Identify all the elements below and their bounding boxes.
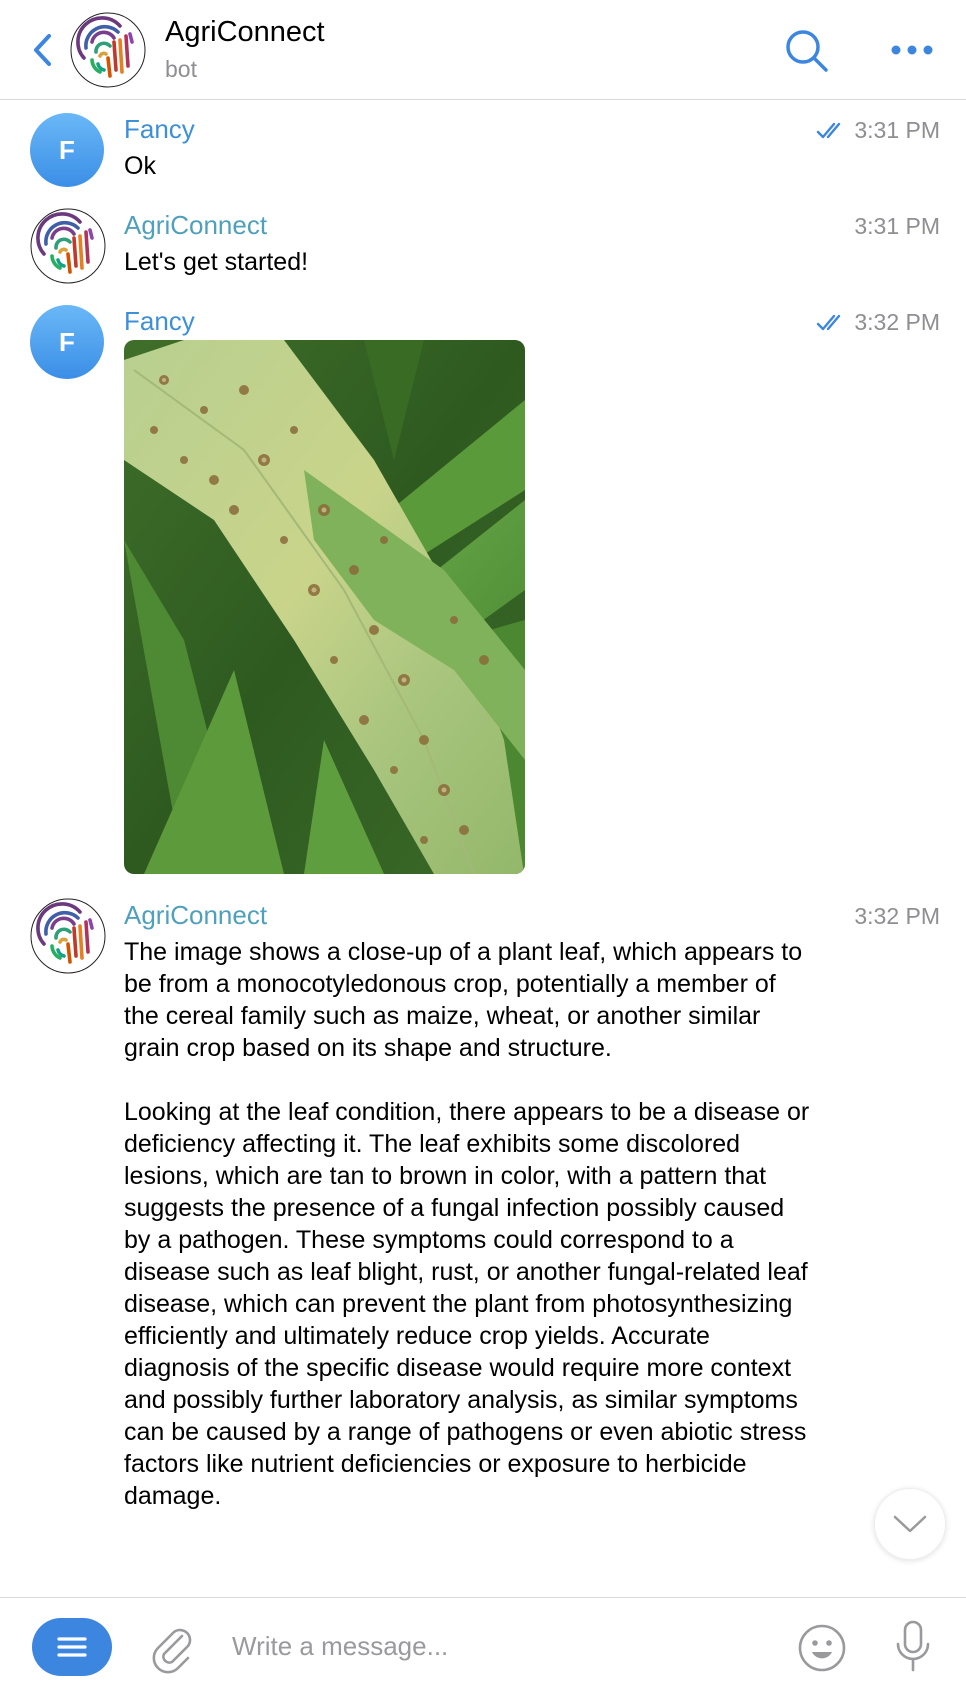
plant-leaf-photo[interactable] bbox=[124, 340, 525, 874]
scroll-down-button[interactable] bbox=[874, 1488, 946, 1560]
emoji-button[interactable] bbox=[796, 1622, 848, 1674]
sender-name[interactable]: Fancy bbox=[124, 306, 195, 337]
bot-avatar[interactable] bbox=[70, 12, 146, 88]
time-label: 3:32 PM bbox=[854, 903, 940, 929]
sender-name[interactable]: Fancy bbox=[124, 114, 195, 145]
composer-bar bbox=[0, 1597, 966, 1686]
message-text: Let's get started! bbox=[124, 248, 309, 276]
sender-name[interactable]: AgriConnect bbox=[124, 900, 267, 931]
back-button[interactable] bbox=[22, 28, 62, 72]
message-text: The image shows a close-up of a plant le… bbox=[124, 938, 810, 1510]
search-icon bbox=[786, 30, 828, 72]
chat-subtitle: bot bbox=[165, 56, 197, 82]
smiley-icon bbox=[798, 1624, 846, 1672]
bot-menu-button[interactable] bbox=[32, 1618, 112, 1676]
search-button[interactable] bbox=[782, 26, 832, 76]
more-options-button[interactable] bbox=[884, 30, 940, 70]
voice-record-button[interactable] bbox=[893, 1618, 933, 1676]
chat-header: AgriConnect bot bbox=[0, 0, 966, 100]
more-dots-icon bbox=[891, 45, 933, 55]
back-chevron-icon bbox=[34, 34, 51, 66]
double-check-icon bbox=[817, 122, 841, 138]
message-time: 3:31 PM bbox=[854, 213, 940, 240]
time-label: 3:32 PM bbox=[854, 309, 940, 335]
bot-avatar[interactable] bbox=[30, 208, 106, 284]
leaf-image bbox=[124, 340, 525, 874]
bot-avatar[interactable] bbox=[30, 898, 106, 974]
chat-title[interactable]: AgriConnect bbox=[165, 16, 325, 49]
message-input[interactable] bbox=[232, 1622, 772, 1670]
user-avatar[interactable]: F bbox=[30, 113, 104, 187]
paperclip-icon bbox=[152, 1628, 192, 1674]
chevron-down-icon bbox=[893, 1515, 927, 1533]
attach-button[interactable] bbox=[148, 1622, 198, 1674]
message-time: 3:32 PM bbox=[816, 309, 940, 336]
sender-name[interactable]: AgriConnect bbox=[124, 210, 267, 241]
menu-lines-icon bbox=[57, 1637, 87, 1657]
double-check-icon bbox=[817, 314, 841, 330]
message-text: Ok bbox=[124, 152, 156, 180]
user-avatar[interactable]: F bbox=[30, 305, 104, 379]
message-time: 3:31 PM bbox=[816, 117, 940, 144]
time-label: 3:31 PM bbox=[854, 117, 940, 143]
time-label: 3:31 PM bbox=[854, 213, 940, 239]
microphone-icon bbox=[896, 1620, 930, 1672]
message-time: 3:32 PM bbox=[854, 903, 940, 930]
